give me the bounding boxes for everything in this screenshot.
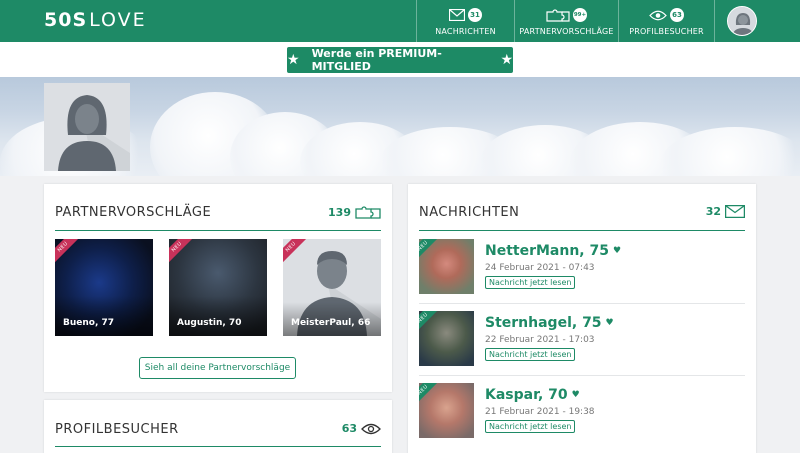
female-silhouette-icon xyxy=(44,83,130,171)
divider xyxy=(419,303,745,304)
new-ribbon: NEU xyxy=(169,239,198,268)
messages-card-title: NACHRICHTEN xyxy=(419,205,520,220)
profile-picture[interactable] xyxy=(44,83,130,171)
envelope-icon xyxy=(725,205,745,218)
message-date: 21 Februar 2021 - 19:38 xyxy=(485,407,595,417)
sender-name-text: NetterMann, 75 xyxy=(485,243,609,259)
logo-light: LOVE xyxy=(89,9,147,31)
logo-bold: 50S xyxy=(44,9,88,31)
visitors-card-title: PROFILBESUCHER xyxy=(55,422,179,437)
partner-suggestions-card: PARTNERVORSCHLÄGE 139 NEU Bueno, 77 NEU … xyxy=(44,184,392,392)
new-ribbon: NEU xyxy=(419,383,443,410)
nav-messages[interactable]: 31 NACHRICHTEN xyxy=(416,0,514,42)
sender-photo[interactable]: NEU xyxy=(419,239,474,294)
new-ribbon: NEU xyxy=(55,239,84,268)
sender-photo[interactable]: NEU xyxy=(419,311,474,366)
divider xyxy=(419,375,745,376)
message-date: 22 Februar 2021 - 17:03 xyxy=(485,335,595,345)
nav-partner-label: PARTNERVORSCHLÄGE xyxy=(519,27,614,36)
messages-count-value: 32 xyxy=(705,205,721,218)
messages-badge: 31 xyxy=(468,8,482,22)
premium-bar: ★ Werde ein PREMIUM-MITGLIED ★ xyxy=(0,42,800,77)
nav-messages-label: NACHRICHTEN xyxy=(435,27,496,36)
user-menu[interactable] xyxy=(714,0,800,42)
top-navigation-bar: 50S LOVE 31 NACHRICHTEN 99+ PARTNERVORSC… xyxy=(0,0,800,42)
messages-card: NACHRICHTEN 32 NEU NetterMann, 75 ♥ 24 Fe… xyxy=(408,184,756,453)
sender-name[interactable]: Sternhagel, 75 ♥ xyxy=(485,315,614,331)
sender-name-text: Sternhagel, 75 xyxy=(485,315,602,331)
visitors-count[interactable]: 63 xyxy=(342,422,381,435)
divider xyxy=(419,230,745,231)
visitors-count-value: 63 xyxy=(341,422,357,435)
sender-name[interactable]: NetterMann, 75 ♥ xyxy=(485,243,621,259)
user-silhouette-icon xyxy=(728,7,756,35)
sender-photo[interactable]: NEU xyxy=(419,383,474,438)
message-item[interactable]: NEU Kaspar, 70 ♥ 21 Februar 2021 - 19:38 … xyxy=(419,383,749,445)
profile-visitors-card: PROFILBESUCHER 63 xyxy=(44,400,392,453)
nav-partner-suggestions[interactable]: 99+ PARTNERVORSCHLÄGE xyxy=(514,0,618,42)
partner-name: Augustin, 70 xyxy=(177,318,242,328)
star-icon: ★ xyxy=(500,52,513,68)
message-date: 24 Februar 2021 - 07:43 xyxy=(485,263,595,273)
visitors-badge: 63 xyxy=(670,8,684,22)
partner-name: Bueno, 77 xyxy=(63,318,115,328)
new-ribbon: NEU xyxy=(419,239,443,266)
partner-card-augustin[interactable]: NEU Augustin, 70 xyxy=(169,239,267,336)
partner-count[interactable]: 139 xyxy=(328,205,381,219)
divider xyxy=(55,230,381,231)
messages-count[interactable]: 32 xyxy=(706,205,745,218)
read-message-button[interactable]: Nachricht jetzt lesen xyxy=(485,276,576,289)
partner-badge: 99+ xyxy=(573,8,587,22)
puzzle-icon xyxy=(355,206,381,219)
sender-name-text: Kaspar, 70 xyxy=(485,387,568,403)
heart-icon: ♥ xyxy=(605,318,614,328)
eye-icon xyxy=(649,10,667,20)
sender-name[interactable]: Kaspar, 70 ♥ xyxy=(485,387,580,403)
partner-card-meisterpaul[interactable]: NEU MeisterPaul, 66 xyxy=(283,239,381,336)
partner-name: MeisterPaul, 66 xyxy=(291,318,371,328)
read-message-button[interactable]: Nachricht jetzt lesen xyxy=(485,348,576,361)
partner-card-bueno[interactable]: NEU Bueno, 77 xyxy=(55,239,153,336)
partner-card-title: PARTNERVORSCHLÄGE xyxy=(55,205,212,220)
nav-visitors-label: PROFILBESUCHER xyxy=(629,27,704,36)
partner-count-value: 139 xyxy=(328,205,351,219)
puzzle-icon xyxy=(546,8,570,22)
message-item[interactable]: NEU Sternhagel, 75 ♥ 22 Februar 2021 - 17… xyxy=(419,311,749,373)
nav-profile-visitors[interactable]: 63 PROFILBESUCHER xyxy=(618,0,714,42)
site-logo[interactable]: 50S LOVE xyxy=(44,9,147,31)
premium-button-label: Werde ein PREMIUM-MITGLIED xyxy=(311,47,442,73)
envelope-icon xyxy=(449,9,465,21)
star-icon: ★ xyxy=(287,52,300,68)
heart-icon: ♥ xyxy=(571,390,580,400)
premium-button[interactable]: ★ Werde ein PREMIUM-MITGLIED ★ xyxy=(287,47,513,73)
read-message-button[interactable]: Nachricht jetzt lesen xyxy=(485,420,576,433)
heart-icon: ♥ xyxy=(612,246,622,256)
eye-icon xyxy=(361,423,381,434)
see-all-suggestions-button[interactable]: Sieh all deine Partnervorschläge xyxy=(139,357,296,379)
divider xyxy=(55,446,381,447)
avatar[interactable] xyxy=(727,6,757,36)
message-item[interactable]: NEU NetterMann, 75 ♥ 24 Februar 2021 - 07… xyxy=(419,239,749,301)
new-ribbon: NEU xyxy=(419,311,443,338)
